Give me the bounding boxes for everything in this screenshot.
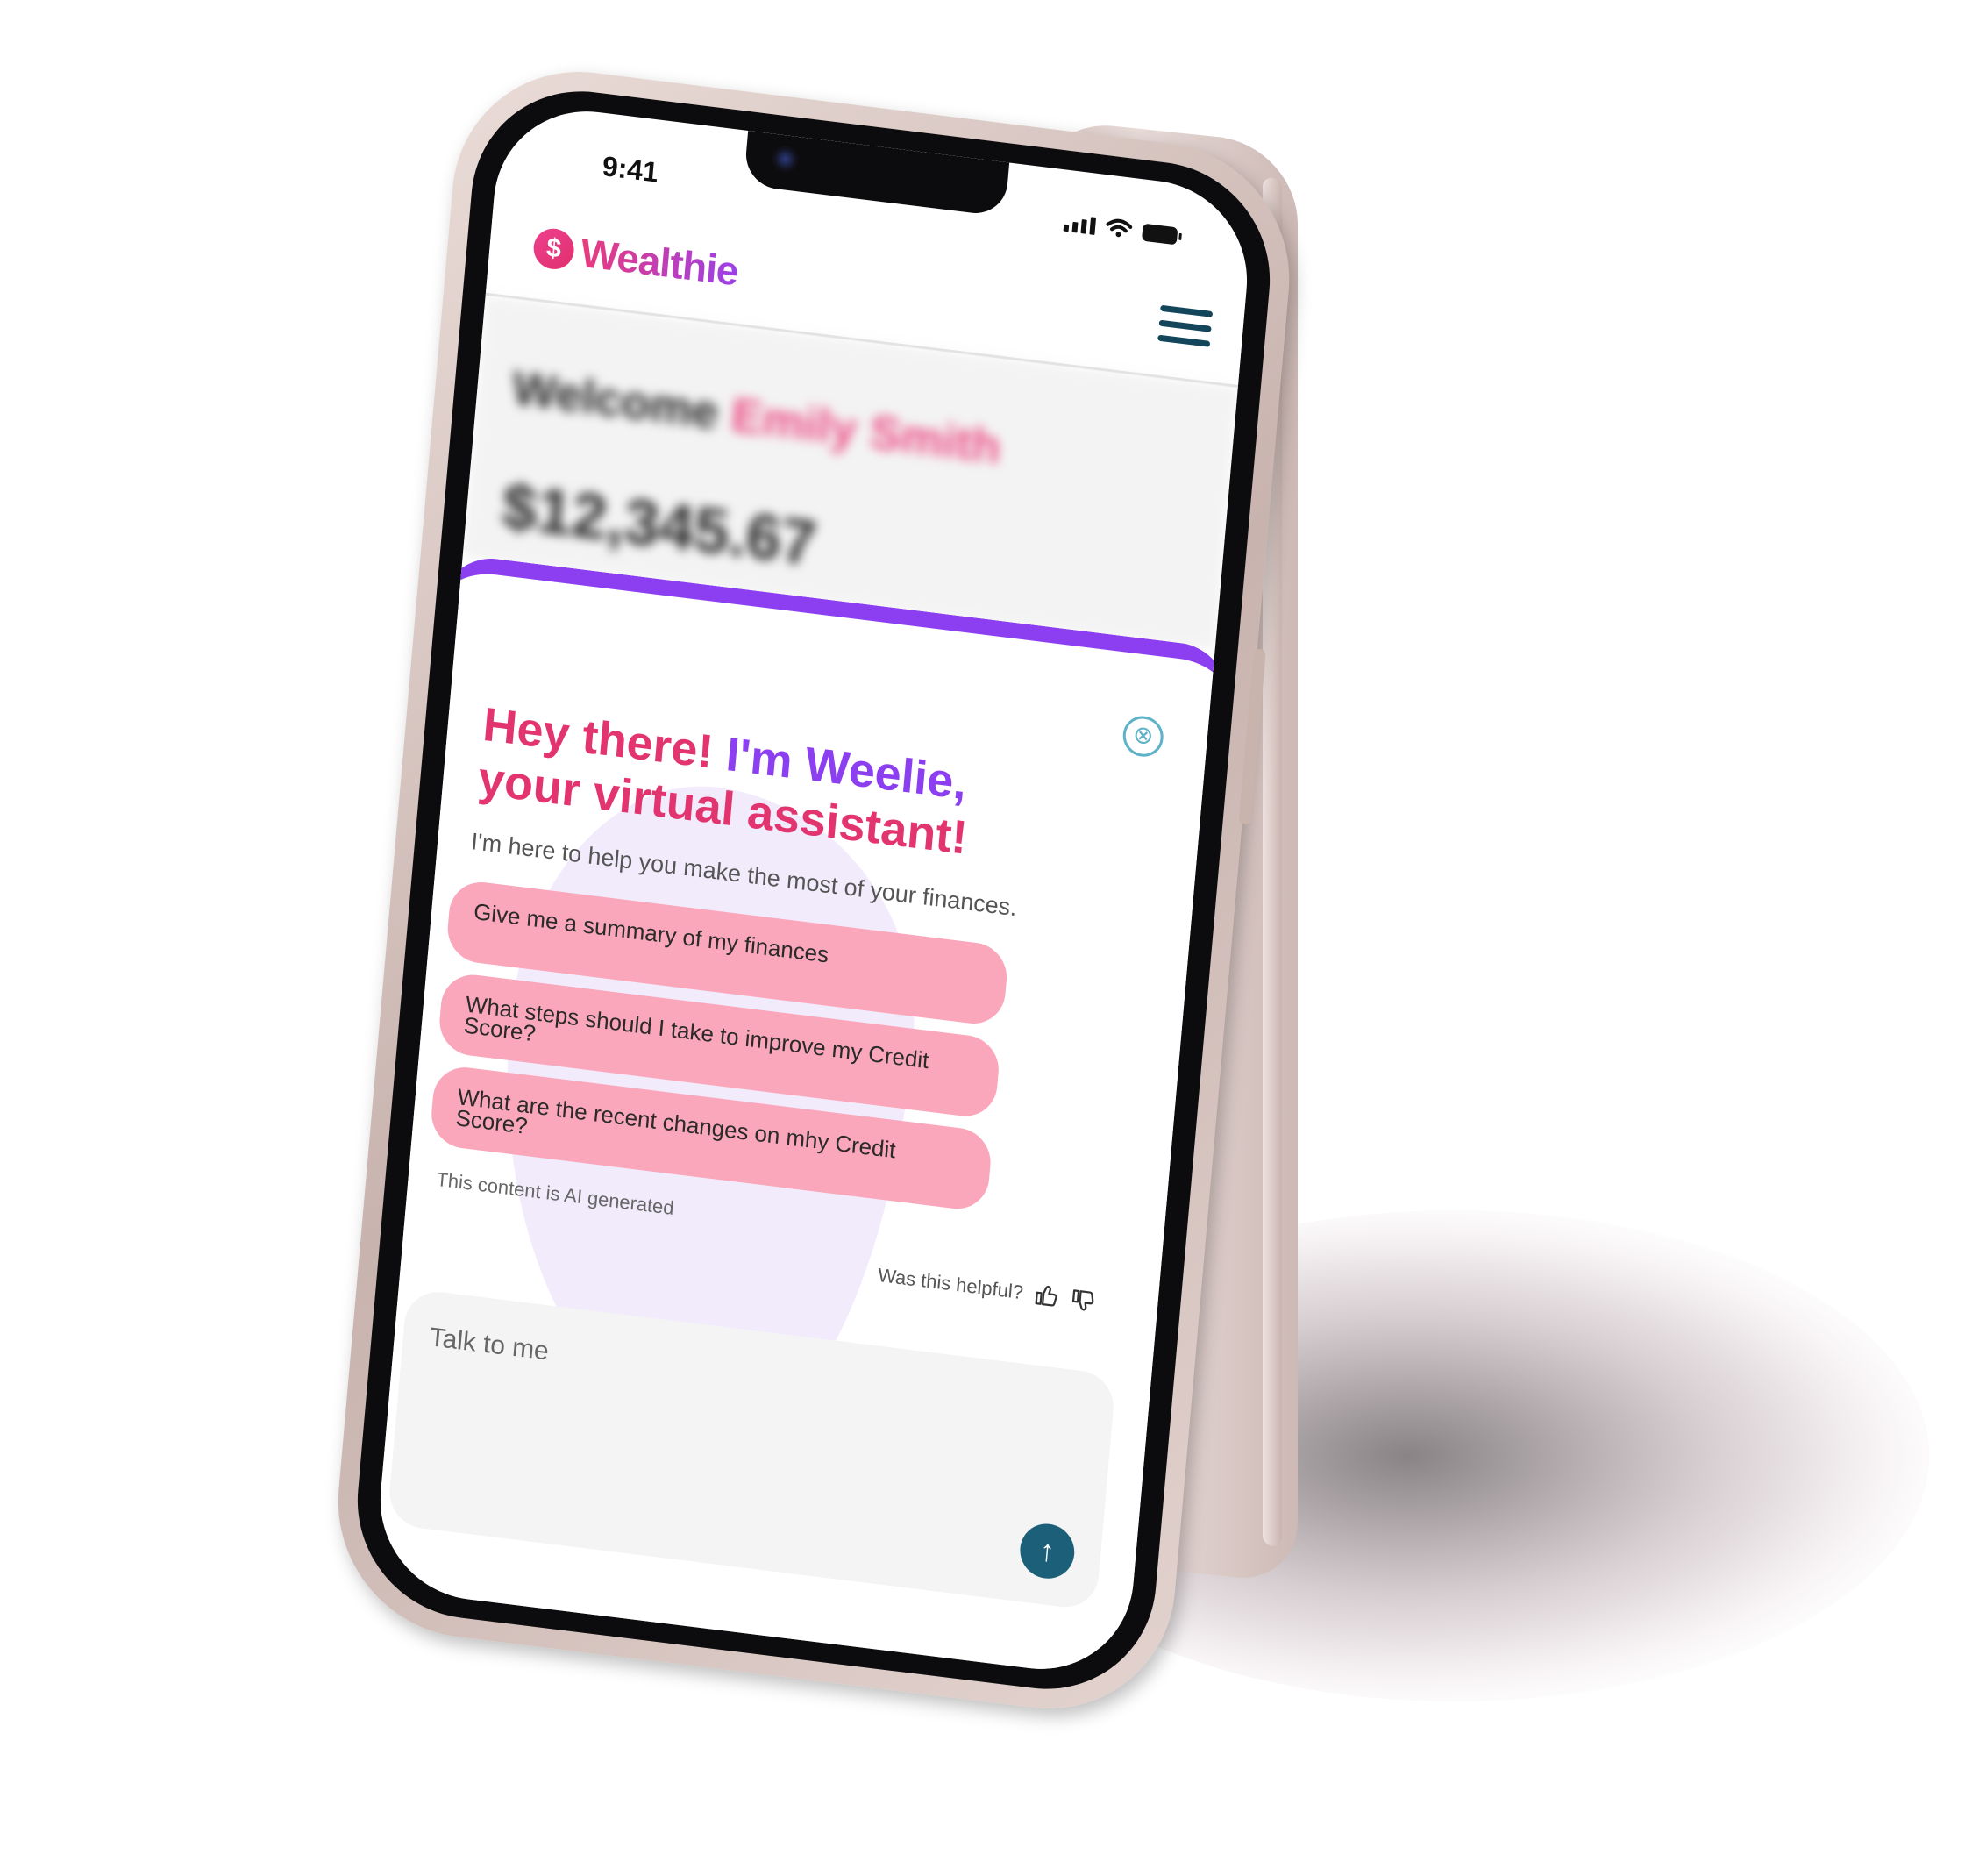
status-time: 9:41 — [601, 150, 660, 189]
assistant-sheet: ⊗ Hey there! I'm Weelie, your virtual as… — [372, 553, 1233, 1680]
app-name: Wealthie — [579, 229, 740, 295]
welcome-heading: Welcome Emily Smith — [510, 360, 1003, 474]
thumbs-up-icon[interactable] — [1032, 1281, 1060, 1311]
hamburger-menu-icon[interactable] — [1157, 304, 1214, 357]
feedback-prompt: Was this helpful? — [877, 1263, 1025, 1304]
cellular-signal-icon — [1063, 214, 1097, 235]
phone: 9:41 $ Wealthie Welcome Emily Smith $12,… — [327, 56, 1300, 1724]
user-name: Emily Smith — [729, 388, 1003, 474]
dollar-coin-icon: $ — [531, 226, 576, 272]
thumbs-down-icon[interactable] — [1069, 1286, 1097, 1316]
feedback-row: Was this helpful? — [877, 1262, 1098, 1315]
camera-icon — [771, 144, 800, 175]
balance-value: $12,345.67 — [499, 470, 820, 580]
app-logo[interactable]: $ Wealthie — [531, 223, 740, 295]
status-icons — [1063, 212, 1178, 246]
close-icon[interactable]: ⊗ — [1121, 713, 1165, 760]
chat-input-placeholder: Talk to me — [428, 1323, 551, 1366]
device-stage: 9:41 $ Wealthie Welcome Emily Smith $12,… — [0, 0, 1965, 1876]
battery-icon — [1141, 223, 1178, 246]
send-arrow-icon[interactable]: ↑ — [1017, 1520, 1077, 1582]
wifi-icon — [1106, 218, 1133, 238]
welcome-prefix: Welcome — [510, 361, 721, 439]
chat-input[interactable]: Talk to me ↑ — [387, 1288, 1117, 1611]
phone-screen: 9:41 $ Wealthie Welcome Emily Smith $12,… — [372, 100, 1256, 1680]
